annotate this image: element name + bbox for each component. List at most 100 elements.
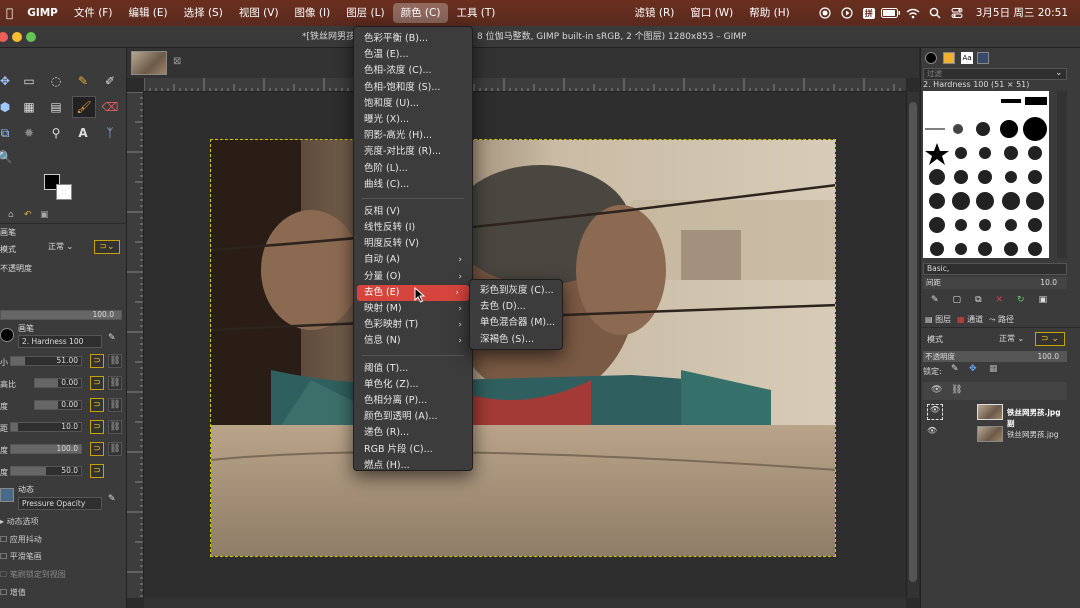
colors-menu-item-items2-4[interactable]: 分量 (O) › [354,269,472,285]
patterns-tab-icon[interactable] [943,52,955,64]
brushes-tab-icon[interactable] [925,52,937,64]
edit-dynamics-icon[interactable]: ✎ [108,494,116,504]
colors-menu-item-items-0[interactable]: 色彩平衡 (B)... [354,31,472,47]
colors-menu-item-items-7[interactable]: 亮度-对比度 (R)... [354,144,472,160]
tab-layers[interactable]: ▤ 图层 [925,314,951,325]
images-tab-icon[interactable]: ▣ [40,210,49,220]
colors-menu-item-items-4[interactable]: 饱和度 (U)... [354,96,472,112]
incremental-checkbox[interactable]: ☐ 增值 [0,587,26,598]
menu-view[interactable]: 视图 (V) [231,3,287,23]
eraser-icon[interactable]: ⌫ [101,98,119,116]
brush-filter-input[interactable]: 过滤 [923,68,1067,80]
transform-tool-icon[interactable]: ⬢ [0,98,14,116]
lock-alpha-icon[interactable]: ▦ [989,364,998,374]
battery-icon[interactable] [880,3,902,23]
colors-menu-item-items3-5[interactable]: RGB 片段 (C)... [354,442,472,458]
eye-icon[interactable]: 👁 [927,426,937,435]
gradient-icon[interactable]: ▤ [47,98,65,116]
angle-reset-icon[interactable]: ⊃ [90,398,104,412]
lock-brush-checkbox[interactable]: ☐ 笔刷锁定到视图 [0,569,66,580]
colors-menu-item-items-9[interactable]: 曲线 (C)... [354,177,472,193]
colors-menu-item-items3-1[interactable]: 单色化 (Z)... [354,377,472,393]
desaturate-submenu-item-3[interactable]: 深褐色 (S)... [470,332,562,348]
ratio-reset-icon[interactable]: ⊃ [90,376,104,390]
vertical-scrollbar[interactable] [906,92,919,598]
tab-paths[interactable]: ⤳ 路径 [989,314,1014,325]
new-brush-icon[interactable]: ▢ [953,295,962,305]
brush-preview[interactable] [0,328,14,342]
paintbrush-tool-icon[interactable]: 🖌 [72,96,96,118]
menu-file[interactable]: 文件 (F) [66,3,121,23]
device-status-tab-icon[interactable]: ⌂ [8,210,14,220]
size-link-icon[interactable]: ⛓ [108,354,122,368]
clock[interactable]: 3月5日 周三 20:51 [968,3,1076,23]
background-color-swatch[interactable] [56,184,72,200]
brush-name-field[interactable]: 2. Hardness 100 [18,335,102,348]
ratio-link-icon[interactable]: ⛓ [108,376,122,390]
text-tool-icon[interactable]: A [74,124,92,142]
menu-help[interactable]: 帮助 (H) [741,3,797,23]
force-reset-icon[interactable]: ⊃ [90,464,104,478]
refresh-brushes-icon[interactable]: ↻ [1017,295,1025,305]
duplicate-brush-icon[interactable]: ⧉ [975,295,981,305]
fonts-tab-icon[interactable]: Aa [961,52,973,64]
menu-colors[interactable]: 颜色 (C) [392,3,449,23]
desaturate-submenu-item-2[interactable]: 单色混合器 (M)... [470,315,562,331]
colors-menu-item-items3-2[interactable]: 色相分离 (P)... [354,393,472,409]
brush-spacing-slider[interactable]: 间距 10.0 [923,277,1067,289]
close-window-button[interactable] [0,32,8,42]
eye-icon[interactable]: 👁 [927,404,943,420]
close-tab-icon[interactable]: ⊠ [173,56,181,67]
minimize-window-button[interactable] [12,32,22,42]
desaturate-submenu-item-0[interactable]: 彩色到灰度 (C)... [470,283,562,299]
undo-history-tab-icon[interactable]: ↶ [24,210,32,220]
colors-menu-item-items2-3[interactable]: 自动 (A) › [354,252,472,268]
rect-select-icon[interactable]: ▭ [20,72,38,90]
colors-menu-item-items3-0[interactable]: 阈值 (T)... [354,361,472,377]
measure-tool-icon[interactable]: ᛉ [101,124,119,142]
delete-brush-icon[interactable]: ✕ [996,295,1004,305]
colors-menu-item-items-6[interactable]: 阴影-高光 (H)... [354,128,472,144]
layer-mode-reset[interactable]: ⊃ ⌄ [1035,332,1065,346]
colors-menu-item-items-8[interactable]: 色阶 (L)... [354,161,472,177]
colors-menu-item-items2-6[interactable]: 映射 (M) › [354,301,472,317]
dynamics-field[interactable]: Pressure Opacity [18,497,102,510]
menu-image[interactable]: 图像 (I) [287,3,339,23]
layer-row-copy[interactable]: 👁 铁丝网男孩.jpg 副 [923,402,1067,428]
colors-menu-item-items2-7[interactable]: 色彩映射 (T) › [354,317,472,333]
move-tool-icon[interactable]: ✥ [0,72,14,90]
lasso-icon[interactable]: ◌ [47,72,65,90]
horizontal-scrollbar[interactable] [144,598,906,608]
colors-menu-item-items2-0[interactable]: 反相 (V) [354,204,472,220]
lock-pixels-icon[interactable]: ✎ [951,364,959,374]
colors-menu-item-items3-6[interactable]: 燃点 (H)... [354,458,472,474]
colors-menu-item-items2-2[interactable]: 明度反转 (V) [354,236,472,252]
hardness-reset-icon[interactable]: ⊃ [90,442,104,456]
edit-brush-icon[interactable]: ✎ [108,333,116,343]
wifi-icon[interactable] [902,3,924,23]
colors-menu-item-items-2[interactable]: 色相-浓度 (C)... [354,63,472,79]
brush-set-field[interactable]: Basic, [923,263,1067,275]
colors-menu-item-items2-1[interactable]: 线性反转 (I) [354,220,472,236]
hardness-link-icon[interactable]: ⛓ [108,442,122,456]
layer-mode-dropdown[interactable]: 正常 ⌄ [999,333,1024,344]
colors-menu-item-items-3[interactable]: 色相-饱和度 (S)... [354,80,472,96]
lock-position-icon[interactable]: ✥ [969,364,977,374]
menu-tools[interactable]: 工具 (T) [448,3,503,23]
input-method-icon[interactable]: 拼 [858,3,880,23]
chevron-down-icon[interactable]: ⌄ [1055,68,1063,78]
colors-menu-item-items3-3[interactable]: 颜色到透明 (A)... [354,409,472,425]
desaturate-submenu-item-1[interactable]: 去色 (D)... [470,299,562,315]
dynamics-options-toggle[interactable]: ▸ 动态选项 [0,516,39,527]
angle-link-icon[interactable]: ⛓ [108,398,122,412]
document-history-tab-icon[interactable] [977,52,989,64]
control-center-icon[interactable] [946,3,968,23]
zoom-tool-icon[interactable]: 🔍 [0,148,14,166]
play-icon[interactable] [836,3,858,23]
spacing-link-icon[interactable]: ⛓ [108,420,122,434]
layer-row-original[interactable]: 👁 铁丝网男孩.jpg [923,424,1067,444]
layer-opacity-slider[interactable]: 不透明度 100.0 [923,351,1067,362]
fuzzy-select-icon[interactable]: ✎ [74,72,92,90]
mode-dropdown[interactable]: 正常 ⌄ [48,239,88,255]
menu-windows[interactable]: 窗口 (W) [682,3,741,23]
